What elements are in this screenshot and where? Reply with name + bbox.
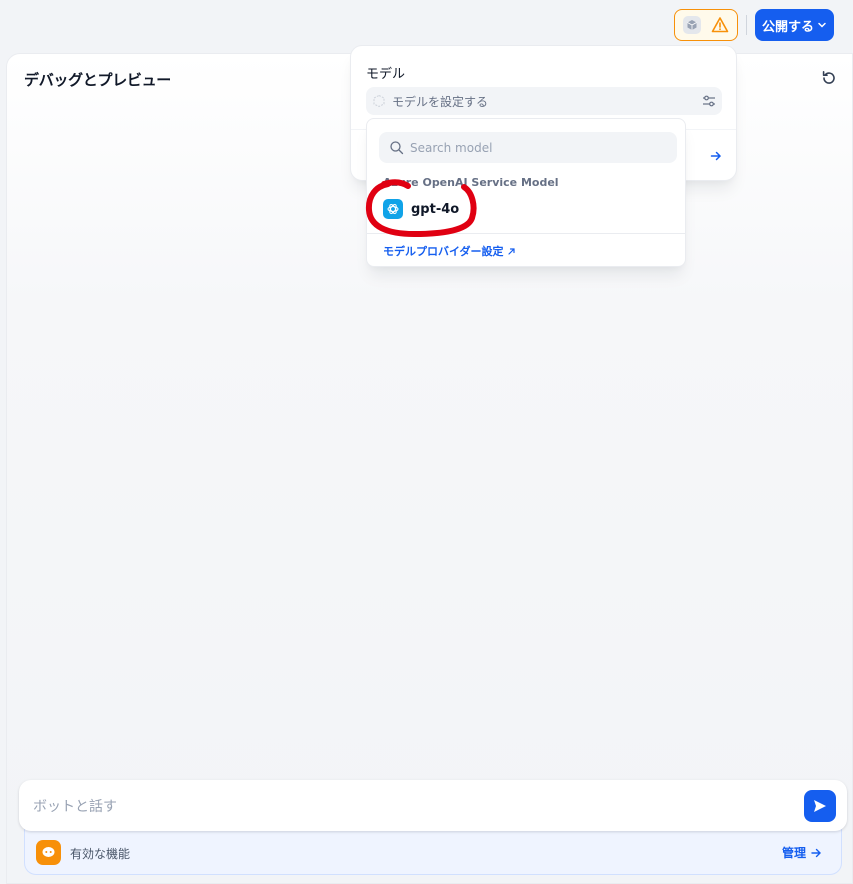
manage-button[interactable]: 管理 <box>782 844 822 861</box>
cube-icon <box>683 16 701 34</box>
send-button[interactable] <box>804 790 836 822</box>
publish-button[interactable]: 公開する <box>755 9 834 41</box>
external-link-icon <box>507 247 515 255</box>
chevron-down-icon <box>818 22 826 28</box>
model-status-button[interactable] <box>674 9 738 41</box>
send-icon <box>814 800 826 812</box>
dropdown-divider <box>367 233 685 234</box>
manage-label: 管理 <box>782 846 807 860</box>
model-option-gpt-4o[interactable]: gpt-4o <box>375 196 677 224</box>
model-search-input[interactable] <box>410 132 670 163</box>
search-icon <box>390 141 404 155</box>
chat-input-box[interactable]: ボットと話す <box>19 780 847 831</box>
refresh-icon[interactable] <box>820 69 838 87</box>
warning-icon <box>711 17 729 33</box>
openai-icon <box>383 199 403 219</box>
provider-group-label: Azure OpenAI Service Model <box>383 176 559 189</box>
model-label: モデル <box>366 67 406 82</box>
model-option-label: gpt-4o <box>411 202 460 217</box>
model-select-placeholder: モデルを設定する <box>392 95 489 109</box>
panel-title: デバッグとプレビュー <box>24 71 172 89</box>
toolbar-divider <box>746 15 747 35</box>
provider-settings-link[interactable]: モデルプロバイダー設定 <box>383 243 516 259</box>
publish-label: 公開する <box>761 19 814 35</box>
model-search-box[interactable] <box>379 132 677 163</box>
arrow-right-icon[interactable] <box>709 149 723 163</box>
model-select-trigger[interactable]: モデルを設定する <box>366 87 722 115</box>
features-label: 有効な機能 <box>70 847 131 861</box>
provider-settings-label: モデルプロバイダー設定 <box>383 245 504 258</box>
cube-outline-icon <box>373 94 385 108</box>
arrow-right-icon <box>811 848 822 857</box>
speech-bubble-icon <box>36 840 61 865</box>
features-bar: 有効な機能 管理 <box>24 829 842 875</box>
chat-input-placeholder[interactable]: ボットと話す <box>33 796 117 816</box>
model-dropdown: Azure OpenAI Service Model gpt-4o モデルプロバ… <box>366 118 686 267</box>
sliders-icon[interactable] <box>702 94 716 108</box>
